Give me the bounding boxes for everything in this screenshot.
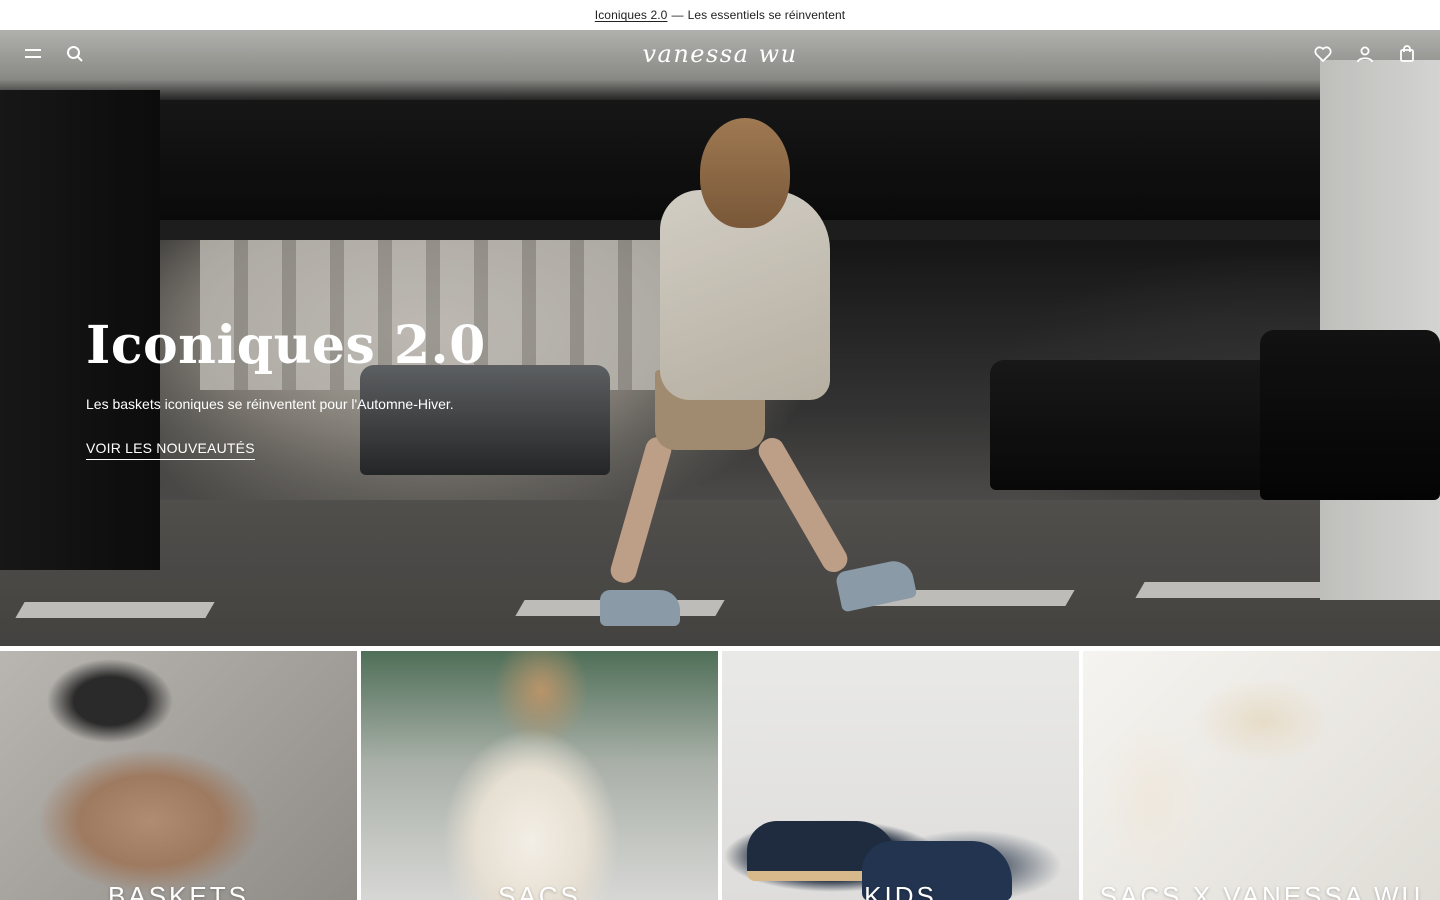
site-logo[interactable]: vanessa wu <box>642 40 797 68</box>
menu-icon[interactable] <box>22 43 44 65</box>
search-icon[interactable] <box>64 43 86 65</box>
hero-title: Iconiques 2.0 <box>86 315 486 376</box>
category-label: KIDS <box>864 881 937 900</box>
announcement-text: Les essentiels se réinventent <box>687 8 846 22</box>
announcement-separator: — <box>671 8 684 22</box>
category-tile-sacs[interactable]: SACS <box>361 651 718 900</box>
hero-cta-link[interactable]: VOIR LES NOUVEAUTÉS <box>86 440 255 460</box>
bag-icon[interactable] <box>1396 43 1418 65</box>
hero-subtitle: Les baskets iconiques se réinventent pou… <box>86 396 454 412</box>
site-header: vanessa wu <box>0 30 1440 78</box>
hero-copy: Iconiques 2.0 Les baskets iconiques se r… <box>86 320 486 460</box>
header-left <box>22 43 86 65</box>
category-label: BASKETS <box>108 881 249 900</box>
category-tile-kids[interactable]: KIDS <box>722 651 1079 900</box>
user-icon[interactable] <box>1354 43 1376 65</box>
category-label: SACS <box>498 881 581 900</box>
heart-icon[interactable] <box>1312 43 1334 65</box>
announcement-link[interactable]: Iconiques 2.0 <box>595 8 668 22</box>
category-tile-baskets[interactable]: BASKETS <box>0 651 357 900</box>
category-label: SACS X VANESSA WU <box>1099 881 1424 900</box>
header-right <box>1312 43 1418 65</box>
category-tile-sacs-x-vanessa-wu[interactable]: SACS X VANESSA WU <box>1083 651 1440 900</box>
announcement-bar: Iconiques 2.0 — Les essentiels se réinve… <box>0 0 1440 30</box>
hero-banner[interactable]: Iconiques 2.0 Les baskets iconiques se r… <box>0 30 1440 646</box>
category-grid: BASKETS SACS KIDS SACS X VANESSA WU <box>0 651 1440 900</box>
